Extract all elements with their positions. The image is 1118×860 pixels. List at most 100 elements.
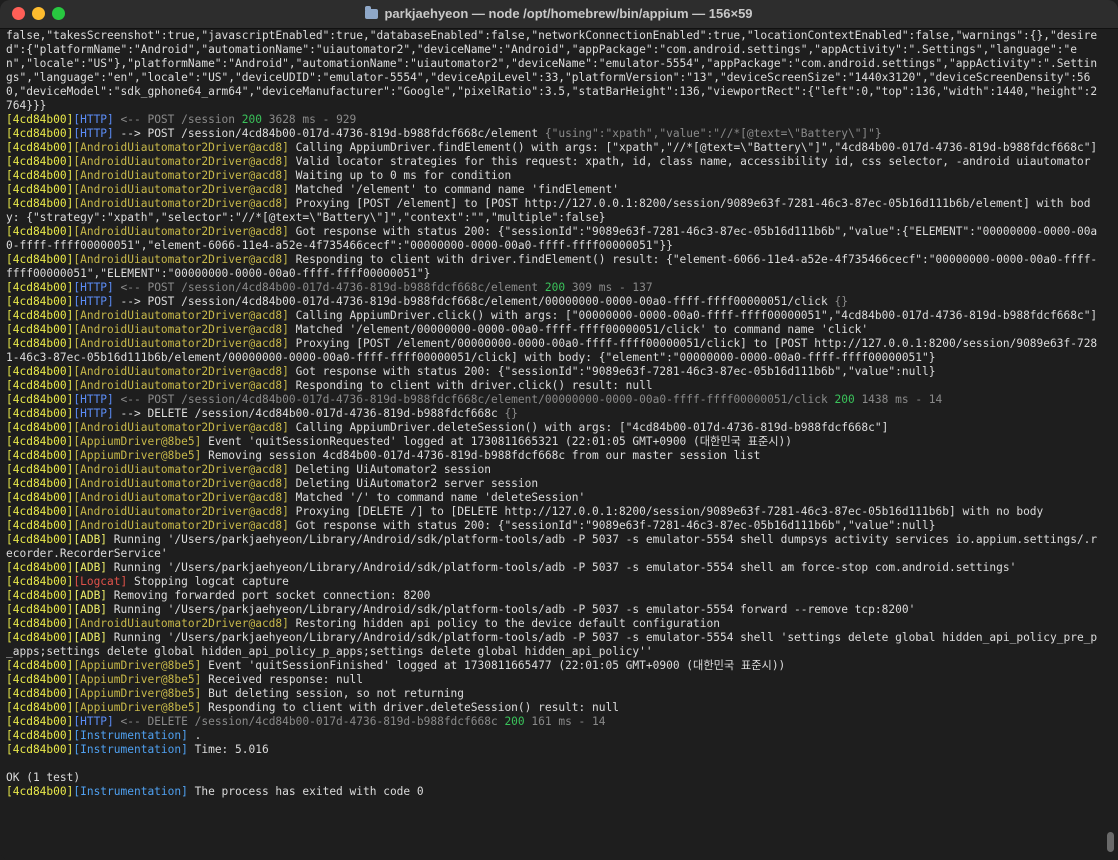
terminal-text: <-- POST /session/4cd84b00-017d-4736-819… (113, 281, 545, 294)
terminal-line: [4cd84b00][AndroidUiautomator2Driver@acd… (6, 519, 1100, 533)
window-title-container: parkjaehyeon — node /opt/homebrew/bin/ap… (0, 0, 1118, 28)
terminal-text: Valid locator strategies for this reques… (288, 155, 1091, 168)
terminal-text: [AndroidUiautomator2Driver@acd8] (73, 169, 289, 182)
terminal-text: [4cd84b00] (6, 113, 74, 126)
terminal-text: [AppiumDriver@8be5] (73, 659, 202, 672)
terminal-text: Removing forwarded port socket connectio… (107, 589, 431, 602)
terminal-text: Running '/Users/parkjaehyeon/Library/And… (107, 561, 1017, 574)
terminal-text: [4cd84b00] (6, 309, 74, 322)
terminal-text: [4cd84b00] (6, 659, 74, 672)
terminal-text: [ADB] (73, 589, 108, 602)
terminal-text: [4cd84b00] (6, 295, 74, 308)
terminal-line: false,"takesScreenshot":true,"javascript… (6, 29, 1100, 113)
terminal-text: [4cd84b00] (6, 197, 74, 210)
terminal-text: Calling AppiumDriver.click() with args: … (288, 309, 1098, 322)
title-bar: parkjaehyeon — node /opt/homebrew/bin/ap… (0, 0, 1118, 29)
terminal-text: [4cd84b00] (6, 169, 74, 182)
terminal-text: Matched '/' to command name 'deleteSessi… (288, 491, 586, 504)
terminal-text: [AndroidUiautomator2Driver@acd8] (73, 463, 289, 476)
terminal-text: [AppiumDriver@8be5] (73, 449, 202, 462)
terminal-text: [4cd84b00] (6, 435, 74, 448)
terminal-line: [4cd84b00][HTTP] --> POST /session/4cd84… (6, 295, 1100, 309)
window-title: parkjaehyeon — node /opt/homebrew/bin/ap… (384, 6, 753, 21)
terminal-text: [AndroidUiautomator2Driver@acd8] (73, 519, 289, 532)
terminal-line: [4cd84b00][AndroidUiautomator2Driver@acd… (6, 477, 1100, 491)
scrollbar-thumb[interactable] (1107, 832, 1114, 852)
terminal-text: [4cd84b00] (6, 785, 74, 798)
terminal-line: [4cd84b00][AndroidUiautomator2Driver@acd… (6, 463, 1100, 477)
terminal-line: [4cd84b00][AndroidUiautomator2Driver@acd… (6, 491, 1100, 505)
terminal-text: --> DELETE /session/4cd84b00-017d-4736-8… (113, 407, 505, 420)
terminal-text: [ADB] (73, 603, 108, 616)
terminal-text: Stopping logcat capture (127, 575, 289, 588)
terminal-text: Responding to client with driver.click()… (288, 379, 653, 392)
terminal-text: [AndroidUiautomator2Driver@acd8] (73, 141, 289, 154)
terminal-text: [4cd84b00] (6, 715, 74, 728)
terminal-text: Time: 5.016 (187, 743, 269, 756)
terminal-text: [AppiumDriver@8be5] (73, 687, 202, 700)
terminal-text: [4cd84b00] (6, 561, 74, 574)
terminal-text: [4cd84b00] (6, 127, 74, 140)
terminal-text: [AndroidUiautomator2Driver@acd8] (73, 379, 289, 392)
terminal-line: [4cd84b00][ADB] Running '/Users/parkjaeh… (6, 533, 1100, 561)
terminal-text: Responding to client with driver.deleteS… (201, 701, 619, 714)
terminal-line: [4cd84b00][AndroidUiautomator2Driver@acd… (6, 253, 1100, 281)
terminal-line: [4cd84b00][AndroidUiautomator2Driver@acd… (6, 183, 1100, 197)
terminal-text: 1438 ms - 14 (854, 393, 943, 406)
terminal-text: OK (1 test) (6, 771, 81, 784)
terminal-text: [AndroidUiautomator2Driver@acd8] (73, 225, 289, 238)
scrollbar[interactable] (1106, 32, 1114, 852)
terminal-line (6, 757, 1100, 771)
terminal-text: {} (834, 295, 848, 308)
terminal-text: [HTTP] (73, 407, 114, 420)
terminal-line: [4cd84b00][Instrumentation] . (6, 729, 1100, 743)
terminal-line: [4cd84b00][AndroidUiautomator2Driver@acd… (6, 379, 1100, 393)
terminal-text: [4cd84b00] (6, 183, 74, 196)
terminal-text: [4cd84b00] (6, 687, 74, 700)
terminal-text: [4cd84b00] (6, 365, 74, 378)
terminal-text: [HTTP] (73, 295, 114, 308)
terminal-line: [4cd84b00][AndroidUiautomator2Driver@acd… (6, 225, 1100, 253)
terminal-text: false,"takesScreenshot":true,"javascript… (6, 29, 1098, 112)
terminal-text: [4cd84b00] (6, 729, 74, 742)
terminal-text: [AndroidUiautomator2Driver@acd8] (73, 155, 289, 168)
terminal-line: [4cd84b00][Instrumentation] Time: 5.016 (6, 743, 1100, 757)
terminal-text: [4cd84b00] (6, 491, 74, 504)
terminal-text: [Instrumentation] (73, 785, 188, 798)
terminal-line: [4cd84b00][HTTP] --> POST /session/4cd84… (6, 127, 1100, 141)
terminal-text: Waiting up to 0 ms for condition (288, 169, 512, 182)
terminal-line: [4cd84b00][AppiumDriver@8be5] Received r… (6, 673, 1100, 687)
terminal-text: [4cd84b00] (6, 505, 74, 518)
terminal-text: [AndroidUiautomator2Driver@acd8] (73, 365, 289, 378)
terminal-line: [4cd84b00][HTTP] <-- POST /session/4cd84… (6, 281, 1100, 295)
terminal-text: 200 (834, 393, 855, 406)
terminal-line: [4cd84b00][ADB] Running '/Users/parkjaeh… (6, 561, 1100, 575)
terminal-text: Deleting UiAutomator2 server session (288, 477, 539, 490)
terminal-text: [Instrumentation] (73, 743, 188, 756)
terminal-line: [4cd84b00][ADB] Running '/Users/parkjaeh… (6, 631, 1100, 659)
terminal-line: [4cd84b00][AndroidUiautomator2Driver@acd… (6, 337, 1100, 365)
terminal-text: 200 (544, 281, 566, 294)
terminal-line: [4cd84b00][AndroidUiautomator2Driver@acd… (6, 309, 1100, 323)
terminal-text: [4cd84b00] (6, 421, 74, 434)
terminal-line: [4cd84b00][AndroidUiautomator2Driver@acd… (6, 155, 1100, 169)
terminal-text: Removing session 4cd84b00-017d-4736-819d… (201, 449, 761, 462)
terminal-text: Proxying [DELETE /] to [DELETE http://12… (288, 505, 1044, 518)
terminal-text: [AndroidUiautomator2Driver@acd8] (73, 183, 289, 196)
terminal-text: The process has exited with code 0 (187, 785, 424, 798)
terminal-text: [AndroidUiautomator2Driver@acd8] (73, 197, 289, 210)
terminal-text: [AndroidUiautomator2Driver@acd8] (73, 477, 289, 490)
terminal-text: Matched '/element/00000000-0000-00a0-fff… (288, 323, 869, 336)
terminal-line: [4cd84b00][AppiumDriver@8be5] Responding… (6, 701, 1100, 715)
terminal-text: [4cd84b00] (6, 379, 74, 392)
terminal-text: [AndroidUiautomator2Driver@acd8] (73, 323, 289, 336)
terminal-text: [AndroidUiautomator2Driver@acd8] (73, 617, 289, 630)
terminal-text: <-- DELETE /session/4cd84b00-017d-4736-8… (113, 715, 505, 728)
terminal-text: --> POST /session/4cd84b00-017d-4736-819… (113, 127, 545, 140)
terminal-line: [4cd84b00][HTTP] <-- POST /session 200 3… (6, 113, 1100, 127)
terminal-text: [4cd84b00] (6, 225, 74, 238)
terminal-text: [4cd84b00] (6, 519, 74, 532)
terminal-text: Restoring hidden api policy to the devic… (288, 617, 720, 630)
terminal-line: [4cd84b00][AndroidUiautomator2Driver@acd… (6, 505, 1100, 519)
terminal-output[interactable]: false,"takesScreenshot":true,"javascript… (6, 29, 1100, 853)
